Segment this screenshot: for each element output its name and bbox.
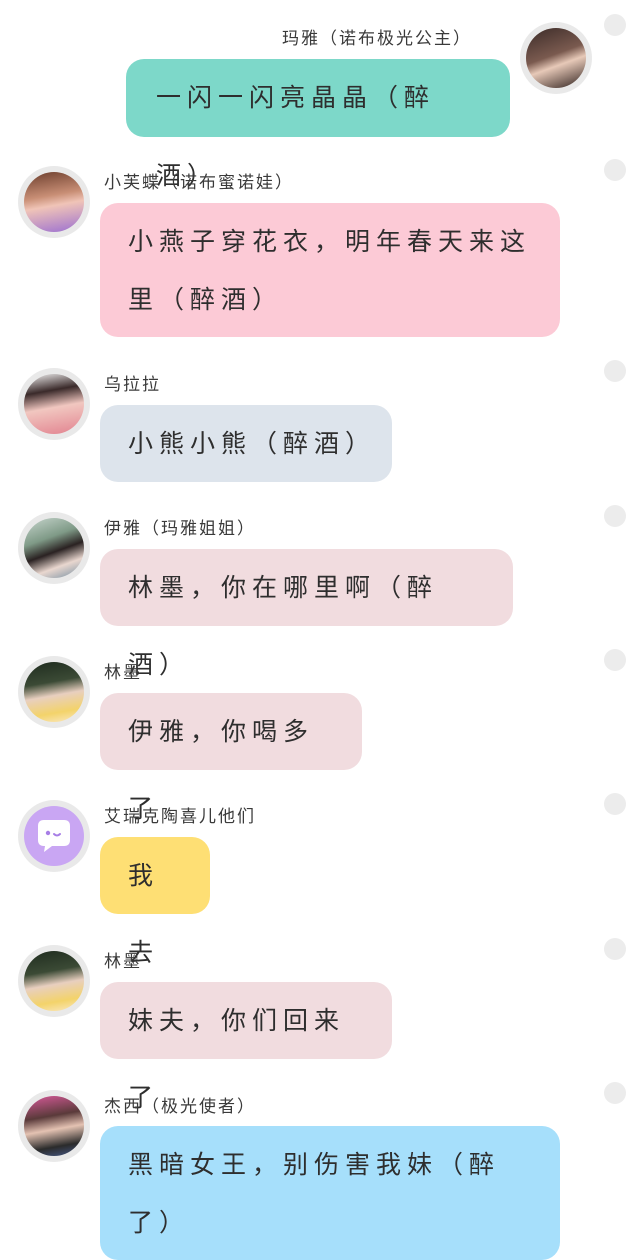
message-text: 林墨，你在哪里啊（醉酒） <box>128 573 439 679</box>
avatar-photo <box>24 172 84 232</box>
sender-name: 小芙蝶（诺布蜜诺娃） <box>104 173 294 193</box>
status-dot[interactable] <box>604 1082 626 1104</box>
avatar[interactable] <box>18 1090 90 1162</box>
sender-name: 玛雅（诺布极光公主） <box>282 29 472 49</box>
avatar[interactable] <box>18 368 90 440</box>
avatar[interactable] <box>18 800 90 872</box>
avatar-photo <box>526 28 586 88</box>
sender-name: 艾瑞克陶喜儿他们 <box>104 807 256 827</box>
status-dot[interactable] <box>604 793 626 815</box>
message-bubble[interactable]: 我去 <box>100 837 210 967</box>
avatar[interactable] <box>18 945 90 1017</box>
message-bubble[interactable]: 小熊小熊（醉酒） <box>100 405 392 482</box>
message-text-line: 小燕子穿花衣，明年春天来这 <box>128 227 532 256</box>
sender-name: 乌拉拉 <box>104 375 161 395</box>
message-bubble[interactable]: 林墨，你在哪里啊（醉酒） <box>100 549 513 679</box>
message-text: 小熊小熊（醉酒） <box>128 429 377 458</box>
avatar-photo <box>24 374 84 434</box>
message-bubble[interactable]: 伊雅，你喝多了 <box>100 693 362 823</box>
avatar[interactable] <box>18 656 90 728</box>
status-dot[interactable] <box>604 649 626 671</box>
message-bubble[interactable]: 一闪一闪亮晶晶（醉酒） <box>126 59 510 190</box>
avatar[interactable] <box>18 166 90 238</box>
status-dot[interactable] <box>604 159 626 181</box>
message-bubble[interactable]: 小燕子穿花衣，明年春天来这 里（醉酒） <box>100 203 560 337</box>
avatar-photo <box>24 1096 84 1156</box>
sender-name: 伊雅（玛雅姐姐） <box>104 519 256 539</box>
avatar-photo <box>24 518 84 578</box>
sender-name: 林墨 <box>104 663 142 683</box>
avatar-photo <box>24 662 84 722</box>
sender-name: 林墨 <box>104 952 142 972</box>
message-text-line: 黑暗女王，别伤害我妹（醉 <box>128 1150 501 1179</box>
message-bubble[interactable]: 黑暗女王，别伤害我妹（醉 了） <box>100 1126 560 1260</box>
sender-name: 杰西（极光使者） <box>104 1097 256 1117</box>
message-text-line: 了） <box>128 1208 191 1237</box>
message-bubble[interactable]: 妹夫，你们回来了 <box>100 982 392 1112</box>
avatar-photo <box>24 951 84 1011</box>
chat-bubble-icon <box>24 806 84 866</box>
status-dot[interactable] <box>604 360 626 382</box>
status-dot[interactable] <box>604 14 626 36</box>
status-dot[interactable] <box>604 938 626 960</box>
avatar[interactable] <box>520 22 592 94</box>
avatar[interactable] <box>18 512 90 584</box>
status-dot[interactable] <box>604 505 626 527</box>
message-text-line: 里（醉酒） <box>128 285 284 314</box>
